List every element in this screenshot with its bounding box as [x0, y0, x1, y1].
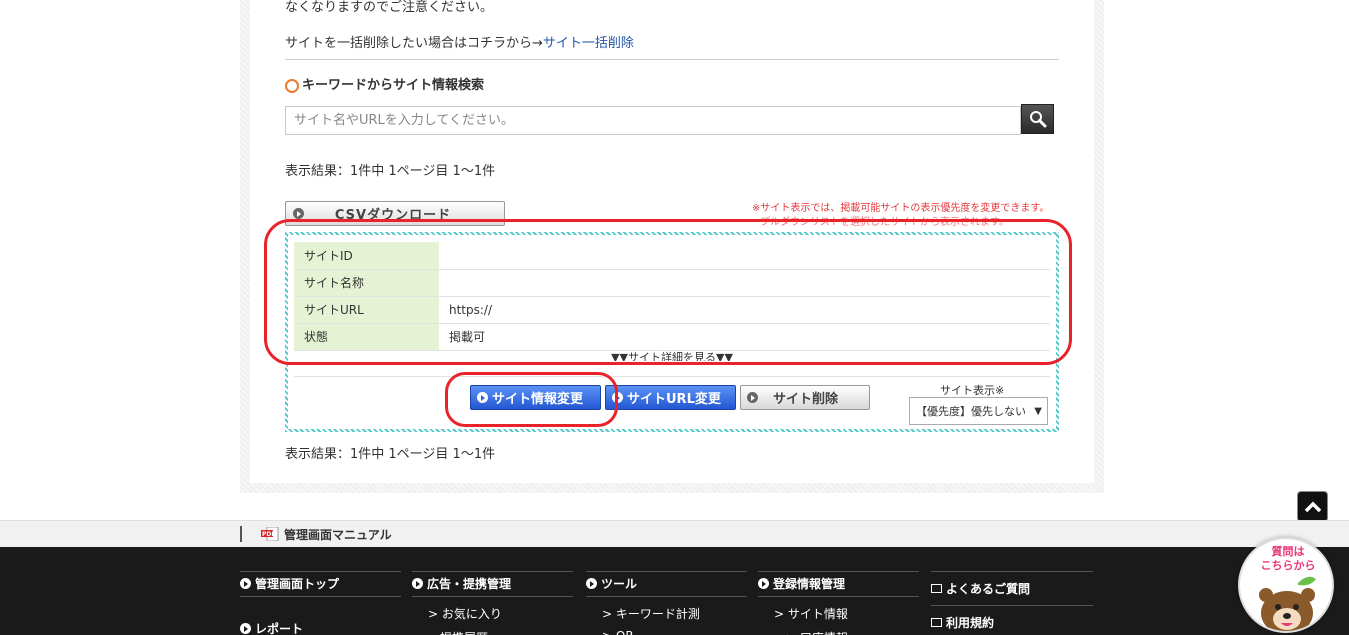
priority-select[interactable]: 【優先度】優先しない ▼ — [909, 397, 1048, 425]
manual-bar — [0, 520, 1349, 547]
row-value: 掲載可 — [439, 323, 1050, 351]
delete-site-label: サイト削除 — [772, 392, 838, 407]
footer-favorites-link[interactable]: > お気に入り — [428, 605, 502, 622]
row-label: サイトID — [294, 242, 439, 270]
divider — [240, 571, 401, 572]
help-widget[interactable]: 質問は こちらから — [1238, 537, 1334, 633]
footer: 管理画面トップ レポート 広告・提携管理 > お気に入り 提携履歴 ツール > … — [0, 547, 1349, 635]
arrow-right-circle-icon — [293, 208, 304, 219]
delete-notice: なくなりますのでご注意ください。 — [285, 0, 494, 15]
arrow-right-circle-icon — [586, 578, 597, 589]
footer-account-link[interactable]: > 口座情報 — [786, 629, 848, 635]
display-note-2: プルダウンリストを選択したサイトから表示されます。 — [760, 217, 1009, 228]
divider — [294, 376, 1050, 377]
bulk-delete-line: サイトを一括削除したい場合はコチラから→サイト一括削除 — [285, 36, 634, 52]
site-detail-toggle[interactable]: ▼▼サイト詳細を見る▼▼ — [288, 351, 1056, 361]
display-note-1: ※サイト表示では、掲載可能サイトの表示優先度を変更できます。 — [752, 203, 1050, 214]
svg-text:PDF: PDF — [262, 531, 275, 538]
manual-link[interactable]: 管理画面マニュアル — [284, 526, 392, 543]
csv-download-label: CSVダウンロード — [334, 208, 452, 223]
edit-site-info-label: サイト情報変更 — [492, 392, 584, 407]
footer-terms-link[interactable]: 利用規約 — [931, 614, 994, 631]
table-row: 状態 掲載可 — [294, 323, 1050, 351]
row-value — [439, 242, 1050, 270]
back-to-top-button[interactable] — [1297, 491, 1328, 522]
keyword-search-title: キーワードからサイト情報検索 — [285, 78, 484, 94]
footer-qr-link[interactable]: > QR — [602, 629, 634, 635]
priority-select-value: 【優先度】優先しない — [916, 405, 1026, 418]
window-icon — [931, 584, 942, 593]
footer-site-info-link[interactable]: > サイト情報 — [774, 605, 848, 622]
divider — [285, 59, 1059, 60]
dropdown-arrow-icon: ▼ — [1034, 405, 1042, 417]
divider — [412, 571, 573, 572]
divider — [758, 596, 919, 597]
footer-keyword-link[interactable]: > キーワード計測 — [602, 605, 700, 622]
site-info-table: サイトID サイト名称 サイトURL https:// 状態 掲載可 — [294, 242, 1050, 351]
divider — [586, 596, 747, 597]
circle-icon — [285, 79, 299, 93]
table-row: サイト名称 — [294, 269, 1050, 297]
arrow-right-circle-icon — [612, 392, 623, 403]
arrow-right-circle-icon — [412, 578, 423, 589]
edit-site-info-button[interactable]: サイト情報変更 — [470, 385, 601, 410]
table-row: サイトID — [294, 242, 1050, 270]
edit-site-url-button[interactable]: サイトURL変更 — [605, 385, 736, 410]
footer-faq-link[interactable]: よくあるご質問 — [931, 580, 1030, 597]
pdf-icon: PDF — [261, 527, 279, 541]
footer-ads-link[interactable]: 広告・提携管理 — [412, 575, 511, 592]
table-row: サイトURL https:// — [294, 296, 1050, 324]
footer-tools-link[interactable]: ツール — [586, 575, 637, 592]
results-summary-top: 表示結果：1件中 1ページ目 1〜1件 — [285, 164, 496, 179]
divider — [586, 571, 747, 572]
divider — [240, 526, 242, 542]
help-widget-text: 質問は こちらから — [1260, 545, 1316, 572]
arrow-right-circle-icon — [240, 623, 251, 634]
csv-download-button[interactable]: CSVダウンロード — [285, 201, 505, 226]
divider — [758, 571, 919, 572]
delete-site-button[interactable]: サイト削除 — [740, 385, 870, 410]
arrow-right-circle-icon — [747, 392, 758, 403]
footer-registration-link[interactable]: 登録情報管理 — [758, 575, 845, 592]
row-label: サイト名称 — [294, 269, 439, 297]
row-value: https:// — [439, 296, 1050, 324]
arrow-right-circle-icon — [240, 578, 251, 589]
arrow-up-icon — [1304, 501, 1321, 512]
row-label: サイトURL — [294, 296, 439, 324]
divider — [931, 571, 1093, 572]
window-icon — [931, 618, 942, 627]
footer-report-link[interactable]: レポート — [240, 620, 303, 635]
mascot-icon — [1259, 576, 1316, 631]
search-icon — [1029, 111, 1046, 128]
bulk-delete-link[interactable]: サイト一括削除 — [543, 36, 634, 51]
divider — [412, 596, 573, 597]
edit-site-url-label: サイトURL変更 — [627, 392, 721, 407]
bulk-delete-prefix: サイトを一括削除したい場合はコチラから→ — [285, 36, 543, 51]
site-display-label: サイト表示※ — [940, 384, 1005, 397]
search-input[interactable] — [285, 106, 1021, 135]
keyword-search-title-text: キーワードからサイト情報検索 — [302, 78, 485, 93]
arrow-right-circle-icon — [477, 392, 488, 403]
arrow-right-circle-icon — [758, 578, 769, 589]
divider — [240, 596, 401, 597]
divider — [931, 605, 1093, 606]
footer-admin-top-link[interactable]: 管理画面トップ — [240, 575, 339, 592]
row-value — [439, 269, 1050, 297]
footer-partner-history-link[interactable]: 提携履歴 — [440, 629, 488, 635]
search-button[interactable] — [1021, 104, 1054, 134]
results-summary-bottom: 表示結果：1件中 1ページ目 1〜1件 — [285, 447, 496, 462]
row-label: 状態 — [294, 323, 439, 351]
